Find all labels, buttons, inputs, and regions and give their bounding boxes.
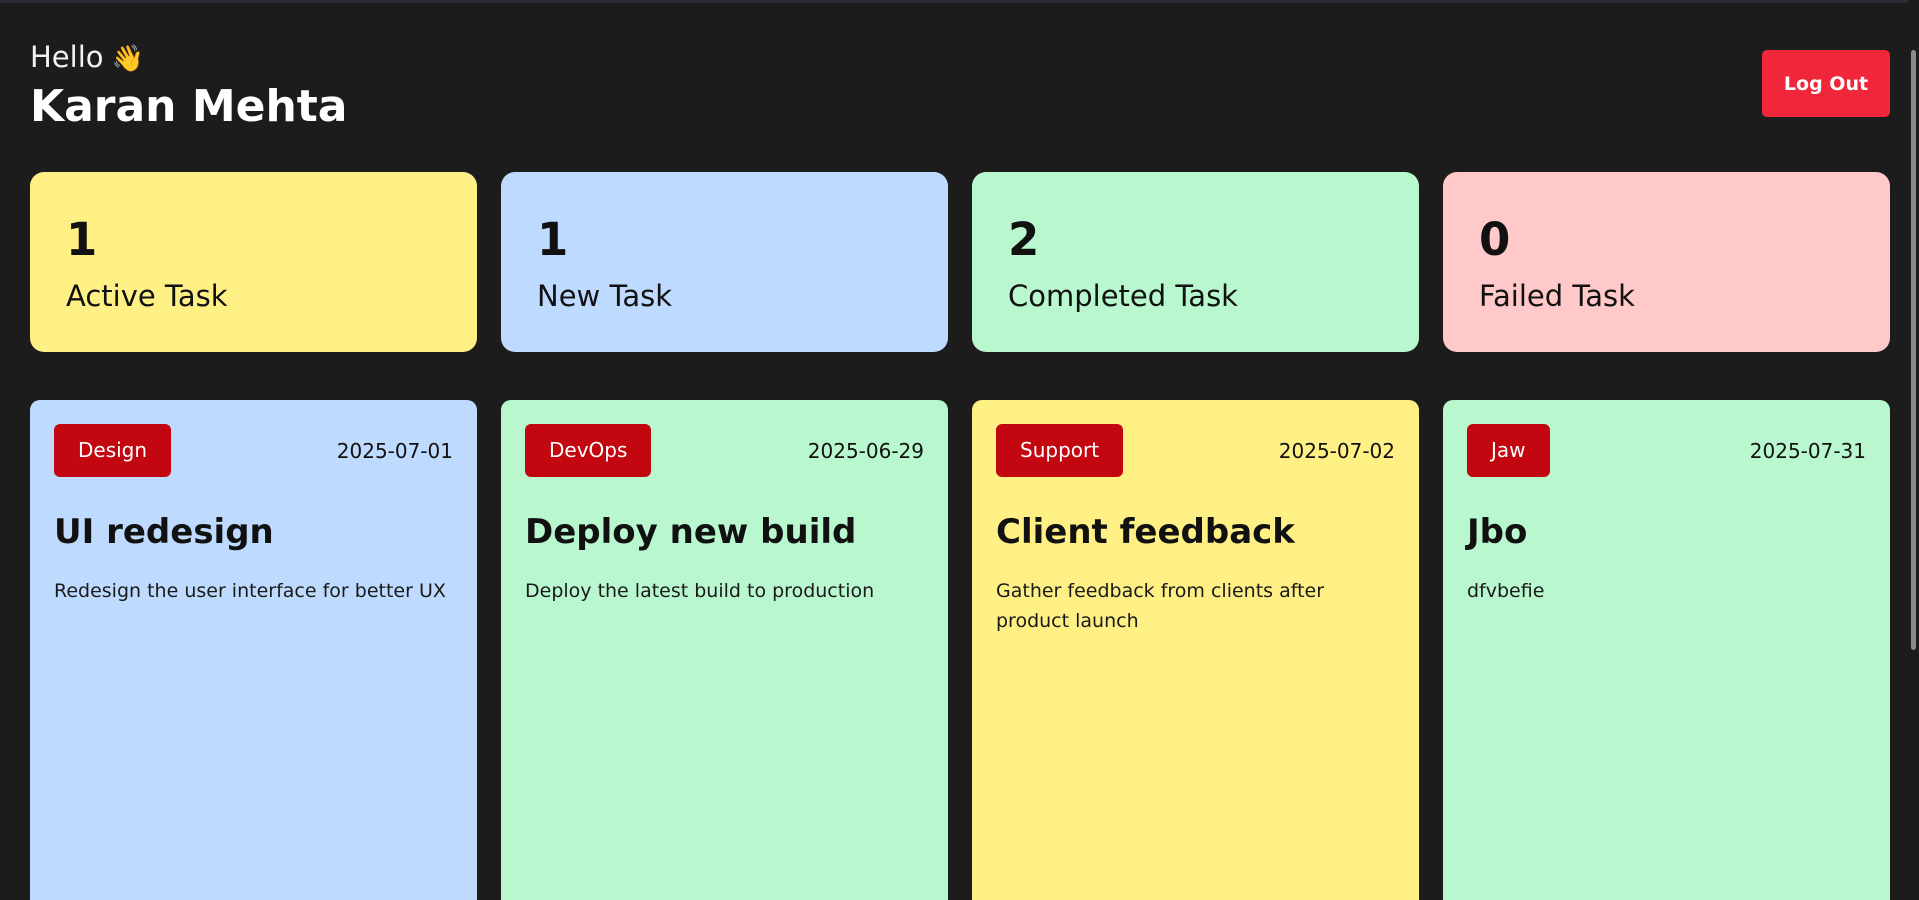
stat-card-new: 1 New Task: [501, 172, 948, 352]
task-description: dfvbefie: [1467, 580, 1545, 602]
stat-count: 1: [66, 213, 98, 266]
category-badge: Jaw: [1467, 424, 1550, 477]
task-title: Client feedback: [996, 512, 1295, 552]
task-card[interactable]: DevOps 2025-06-29 Deploy new build Deplo…: [501, 400, 948, 900]
task-card[interactable]: Design 2025-07-01 UI redesign Redesign t…: [30, 400, 477, 900]
dashboard-header: Hello 👋 Karan Mehta Log Out: [30, 38, 1890, 138]
task-date: 2025-06-29: [807, 439, 924, 463]
task-list: Design 2025-07-01 UI redesign Redesign t…: [30, 400, 1890, 900]
stat-count: 1: [537, 213, 569, 266]
task-description: Redesign the user interface for better U…: [54, 580, 446, 602]
category-badge: DevOps: [525, 424, 652, 477]
logout-button[interactable]: Log Out: [1762, 50, 1890, 117]
stat-card-active: 1 Active Task: [30, 172, 477, 352]
stat-label: New Task: [537, 279, 673, 313]
task-date: 2025-07-01: [336, 439, 453, 463]
greeting-text: Hello: [30, 40, 104, 74]
page-scrollbar[interactable]: [1908, 0, 1919, 883]
scrollbar-thumb[interactable]: [1911, 50, 1916, 650]
stat-label: Completed Task: [1008, 279, 1238, 313]
stat-label: Failed Task: [1479, 279, 1635, 313]
stat-label: Active Task: [66, 279, 228, 313]
task-title: UI redesign: [54, 512, 274, 552]
task-card[interactable]: Support 2025-07-02 Client feedback Gathe…: [972, 400, 1419, 900]
task-card[interactable]: Jaw 2025-07-31 Jbo dfvbefie: [1443, 400, 1890, 900]
waving-hand-icon: 👋: [111, 44, 144, 74]
employee-dashboard: Hello 👋 Karan Mehta Log Out 1 Active Task…: [30, 0, 1890, 900]
stat-card-completed: 2 Completed Task: [972, 172, 1419, 352]
task-date: 2025-07-02: [1278, 439, 1395, 463]
user-name: Karan Mehta: [30, 81, 348, 132]
greeting: Hello 👋: [30, 38, 144, 78]
task-title: Jbo: [1467, 512, 1528, 552]
stat-count: 0: [1479, 213, 1511, 266]
category-badge: Design: [54, 424, 172, 477]
task-stats: 1 Active Task 1 New Task 2 Completed Tas…: [30, 172, 1890, 352]
task-description: Deploy the latest build to production: [525, 580, 875, 602]
stat-count: 2: [1008, 213, 1040, 266]
task-title: Deploy new build: [525, 512, 857, 552]
category-badge: Support: [996, 424, 1124, 477]
stat-card-failed: 0 Failed Task: [1443, 172, 1890, 352]
task-date: 2025-07-31: [1749, 439, 1866, 463]
task-description: Gather feedback from clients after produ…: [996, 580, 1325, 632]
